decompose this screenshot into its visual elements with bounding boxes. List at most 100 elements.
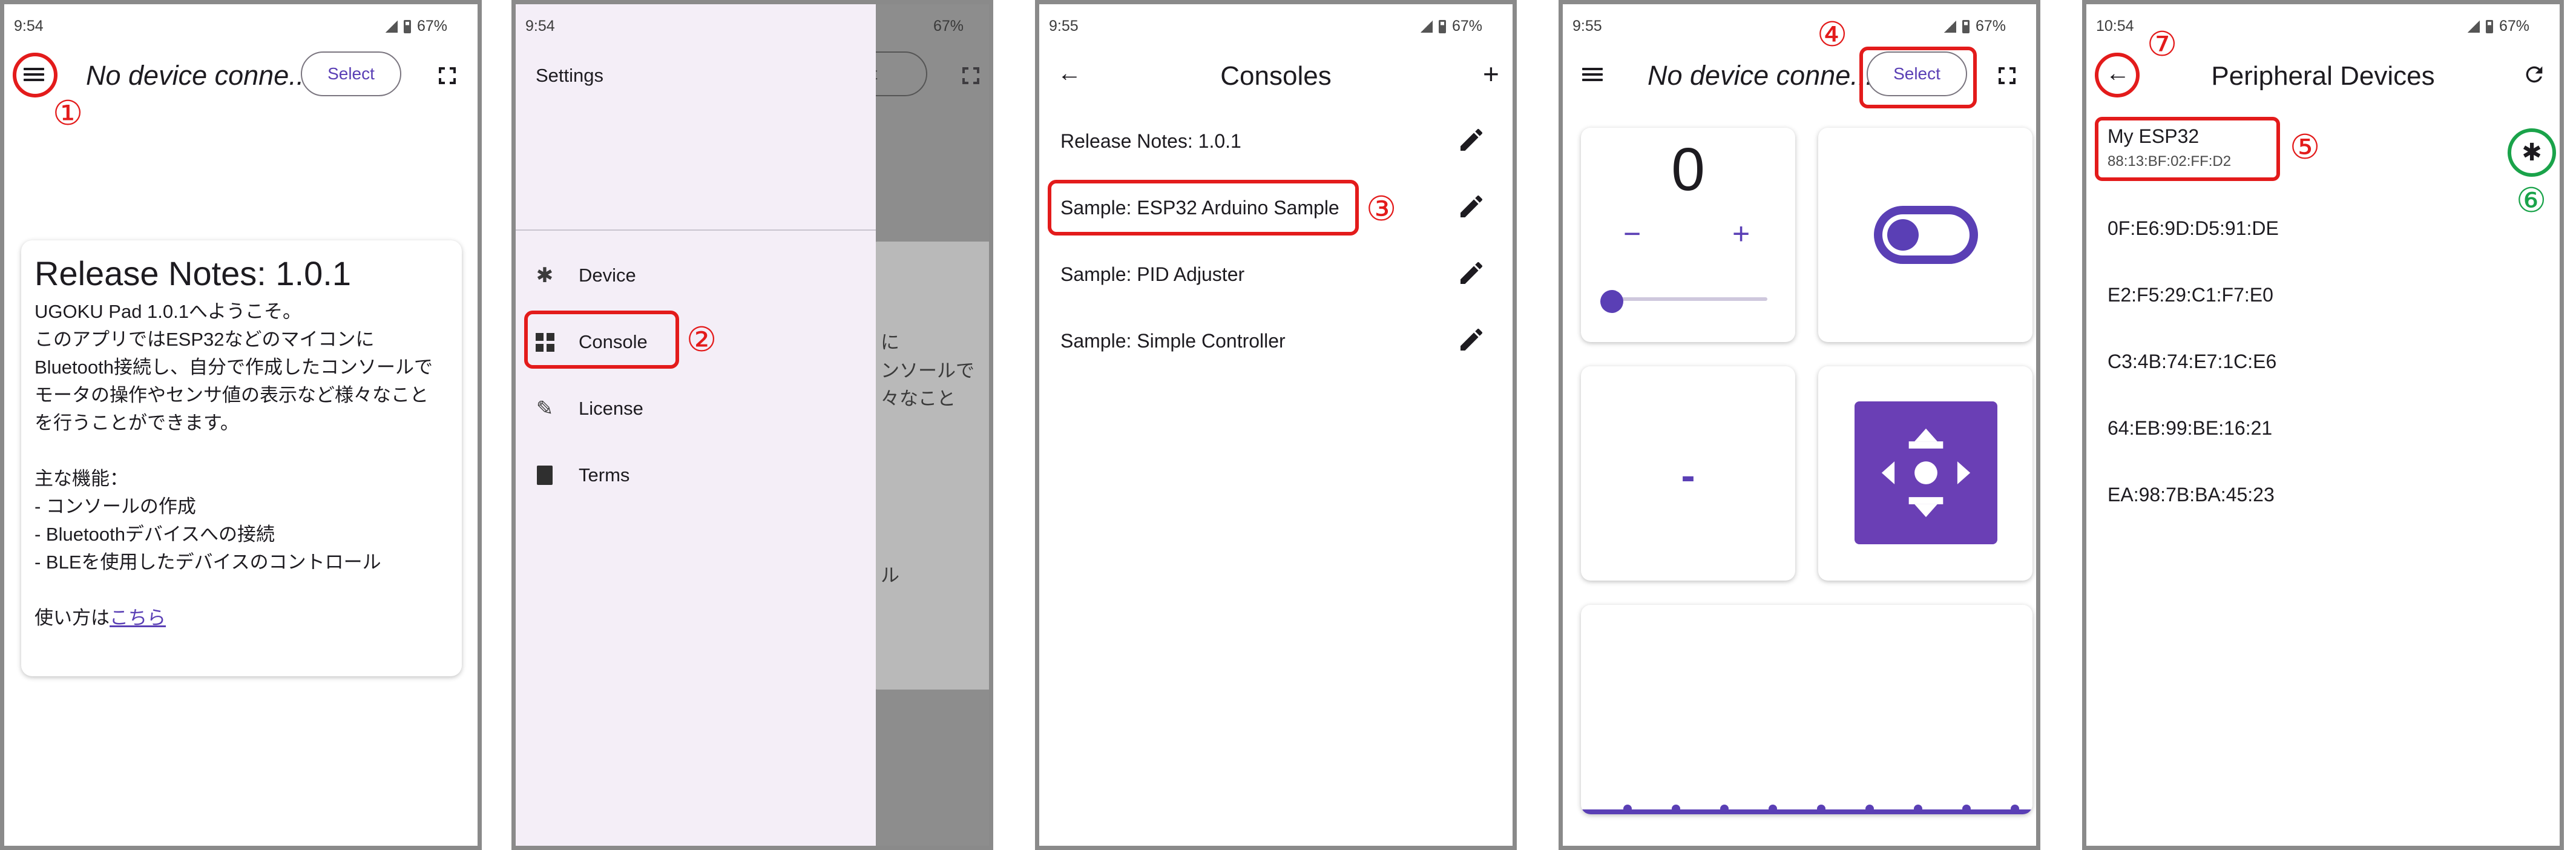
license-icon: ✎ xyxy=(536,397,554,420)
chart-point xyxy=(1962,805,1971,813)
annotation-number-6: ⑥ xyxy=(2516,181,2547,220)
menu-icon[interactable] xyxy=(1581,65,1604,87)
slider-thumb[interactable] xyxy=(1600,290,1623,313)
console-item[interactable]: Sample: PID Adjuster xyxy=(1060,263,1244,286)
chart-point xyxy=(1720,805,1729,813)
battery-icon xyxy=(1962,19,1970,33)
status-time: 9:55 xyxy=(1572,18,1602,35)
drawer-item-label: License xyxy=(579,398,643,419)
annotation-box-2 xyxy=(524,311,679,369)
device-name[interactable]: EA:98:7B:BA:45:23 xyxy=(2108,484,2275,506)
slider-track[interactable] xyxy=(1610,297,1767,301)
status-time: 9:54 xyxy=(14,18,44,35)
ghost-text: ル xyxy=(881,565,899,586)
release-notes-title: Release Notes: 1.0.1 xyxy=(34,254,351,292)
annotation-circle-1 xyxy=(13,53,58,97)
battery-level: 67% xyxy=(1975,18,2006,35)
device-status-title: No device conne... xyxy=(1648,60,1873,91)
status-icons: 67% xyxy=(2467,18,2529,35)
release-notes-line: UGOKU Pad 1.0.1へようこそ。 xyxy=(34,301,302,322)
device-name[interactable]: C3:4B:74:E7:1C:E6 xyxy=(2108,351,2276,373)
annotation-number-3: ③ xyxy=(1366,189,1397,229)
drawer-item-terms[interactable]: Terms xyxy=(534,451,849,499)
status-bar: 9:54 67% xyxy=(4,4,478,43)
increment-button[interactable]: + xyxy=(1732,216,1750,251)
decrement-button[interactable]: − xyxy=(1623,216,1641,251)
fullscreen-icon[interactable] xyxy=(439,67,456,84)
console-item[interactable]: Sample: Simple Controller xyxy=(1060,330,1286,352)
release-notes-line: を行うことができます。 xyxy=(34,412,239,433)
drawer-item-license[interactable]: ✎ License xyxy=(534,384,849,433)
status-time: 9:54 xyxy=(525,18,555,35)
ghost-text: ンソールで xyxy=(881,360,974,381)
annotation-number-1: ① xyxy=(53,94,84,133)
pencil-icon[interactable] xyxy=(1457,125,1486,154)
device-name[interactable]: 0F:E6:9D:D5:91:DE xyxy=(2108,217,2279,240)
chart-point xyxy=(1672,805,1680,813)
annotation-number-5: ⑤ xyxy=(2290,128,2321,167)
plus-icon[interactable]: + xyxy=(1483,58,1499,90)
screen-drawer: ect に ンソールで 々なこと ル 67% 9:54 Settings ✱ D… xyxy=(511,0,993,850)
signal-icon xyxy=(1944,20,1956,33)
status-icons: 67% xyxy=(1420,18,1482,35)
ghost-text: に xyxy=(881,332,899,353)
chart-point xyxy=(1769,805,1777,813)
status-time: 10:54 xyxy=(2096,18,2134,35)
chart-point xyxy=(1817,805,1825,813)
signal-icon xyxy=(1420,20,1433,33)
refresh-icon[interactable] xyxy=(2522,62,2546,87)
dpad-icon[interactable] xyxy=(1855,401,1997,544)
device-name[interactable]: E2:F5:29:C1:F7:E0 xyxy=(2108,284,2273,306)
screen-peripheral-devices: 10:54 67% ← ⑦ Peripheral Devices My ESP3… xyxy=(2082,0,2564,850)
bluetooth-icon: ✱ xyxy=(536,264,554,287)
ghost-fullscreen-icon xyxy=(962,67,979,84)
howto-link[interactable]: こちら xyxy=(110,607,166,628)
bluetooth-connect-button[interactable]: ✱ xyxy=(2508,128,2556,177)
release-notes-howto: 使い方はこちら xyxy=(34,604,448,632)
select-device-button[interactable]: Select xyxy=(301,51,401,96)
pencil-icon[interactable] xyxy=(1457,192,1486,221)
release-notes-line: モータの操作やセンサ値の表示など様々なこと xyxy=(34,384,429,406)
status-bar: 9:55 67% xyxy=(1039,4,1513,43)
page-title: Peripheral Devices xyxy=(2211,61,2435,91)
release-notes-line: このアプリではESP32などのマイコンに xyxy=(34,329,375,350)
release-notes-line: 主な機能： xyxy=(34,468,128,489)
chart-point xyxy=(1865,805,1874,813)
status-time: 9:55 xyxy=(1049,18,1079,35)
device-name[interactable]: 64:EB:99:BE:16:21 xyxy=(2108,417,2272,440)
release-notes-line xyxy=(34,437,448,465)
status-bar: 9:55 67% xyxy=(1563,4,2036,43)
battery-level: 67% xyxy=(1451,18,1482,35)
battery-icon xyxy=(1438,19,1446,33)
counter-tile: 0 − + xyxy=(1581,128,1795,342)
status-icons: 67% xyxy=(1944,18,2006,35)
release-notes-line: - BLEを使用したデバイスのコントロール xyxy=(34,552,381,573)
howto-prefix: 使い方は xyxy=(34,607,110,628)
pencil-icon[interactable] xyxy=(1457,259,1486,288)
page-title: Consoles xyxy=(1220,61,1332,91)
display-value: - xyxy=(1681,452,1695,499)
terms-icon xyxy=(534,464,556,486)
screen-consoles: 9:55 67% ← Consoles + Release Notes: 1.0… xyxy=(1035,0,1517,850)
battery-level: 67% xyxy=(416,18,447,35)
screen-home: 9:54 67% No device conne... Select ① Rel… xyxy=(0,0,482,850)
console-item[interactable]: Release Notes: 1.0.1 xyxy=(1060,130,1241,153)
battery-level: 67% xyxy=(2499,18,2529,35)
drawer-settings-header[interactable]: Settings xyxy=(536,65,603,87)
toggle-knob xyxy=(1887,219,1919,251)
ghost-battery: 67% xyxy=(933,18,964,35)
ghost-card xyxy=(867,242,989,690)
ghost-text: 々なこと xyxy=(881,388,956,409)
display-tile: - xyxy=(1581,366,1795,581)
counter-value: 0 xyxy=(1671,136,1705,203)
toggle-switch[interactable] xyxy=(1874,206,1978,264)
toggle-tile xyxy=(1818,128,2032,342)
drawer-item-device[interactable]: ✱ Device xyxy=(534,251,849,300)
chart-tile xyxy=(1581,605,2032,814)
chart-point xyxy=(1623,805,1632,813)
fullscreen-icon[interactable] xyxy=(1999,67,2016,84)
pencil-icon[interactable] xyxy=(1457,325,1486,354)
release-notes-line: - Bluetoothデバイスへの接続 xyxy=(34,524,275,545)
release-notes-line: - コンソールの作成 xyxy=(34,496,196,517)
chart-point xyxy=(2011,805,2019,813)
